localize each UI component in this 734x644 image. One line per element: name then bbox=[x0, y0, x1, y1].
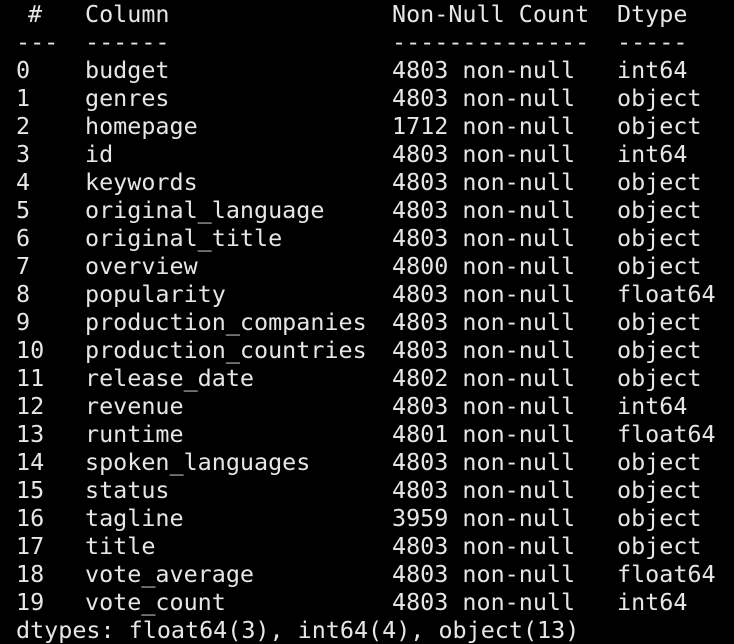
row-non-null-count: 4802 non-null bbox=[392, 364, 576, 392]
row-non-null-count: 1712 non-null bbox=[392, 112, 576, 140]
row-column-name: spoken_languages bbox=[85, 448, 311, 476]
row-column-name: runtime bbox=[85, 420, 184, 448]
row-dtype: object bbox=[617, 504, 702, 532]
header-separator: --- ------ -------------- ----- bbox=[0, 28, 687, 56]
row-index: 7 bbox=[16, 252, 31, 280]
header-count: Non-Null Count bbox=[392, 0, 590, 28]
row-column-name: id bbox=[85, 140, 114, 168]
row-non-null-count: 4803 non-null bbox=[392, 476, 576, 504]
header-dtype: Dtype bbox=[617, 0, 688, 28]
separator-dtype: ----- bbox=[617, 28, 688, 56]
row-index: 4 bbox=[16, 168, 31, 196]
row-dtype: object bbox=[617, 364, 702, 392]
row-dtype: object bbox=[617, 84, 702, 112]
row-index: 6 bbox=[16, 224, 31, 252]
row-column-name: vote_average bbox=[85, 560, 254, 588]
row-index: 9 bbox=[16, 308, 31, 336]
row-dtype: float64 bbox=[617, 420, 716, 448]
row-column-name: budget bbox=[85, 56, 170, 84]
header-column: Column bbox=[85, 0, 170, 28]
row-dtype: float64 bbox=[617, 560, 716, 588]
row-non-null-count: 4803 non-null bbox=[392, 224, 576, 252]
row-column-name: vote_count bbox=[85, 588, 226, 616]
row-column-name: original_title bbox=[85, 224, 283, 252]
row-column-name: title bbox=[85, 532, 156, 560]
table-header: # Column Non-Null Count Dtype bbox=[0, 0, 687, 28]
row-index: 17 bbox=[16, 532, 45, 560]
row-column-name: keywords bbox=[85, 168, 198, 196]
row-column-name: genres bbox=[85, 84, 170, 112]
row-column-name: revenue bbox=[85, 392, 184, 420]
row-index: 13 bbox=[16, 420, 45, 448]
row-index: 11 bbox=[16, 364, 45, 392]
row-dtype: object bbox=[617, 112, 702, 140]
row-column-name: release_date bbox=[85, 364, 254, 392]
row-non-null-count: 4803 non-null bbox=[392, 140, 576, 168]
row-non-null-count: 4803 non-null bbox=[392, 308, 576, 336]
row-non-null-count: 3959 non-null bbox=[392, 504, 576, 532]
row-dtype: object bbox=[617, 168, 702, 196]
row-non-null-count: 4803 non-null bbox=[392, 196, 576, 224]
row-index: 15 bbox=[16, 476, 45, 504]
row-non-null-count: 4803 non-null bbox=[392, 84, 576, 112]
row-dtype: int64 bbox=[617, 140, 688, 168]
row-index: 19 bbox=[16, 588, 45, 616]
row-non-null-count: 4803 non-null bbox=[392, 532, 576, 560]
row-index: 5 bbox=[16, 196, 31, 224]
row-dtype: int64 bbox=[617, 392, 688, 420]
row-dtype: object bbox=[617, 336, 702, 364]
row-column-name: tagline bbox=[85, 504, 184, 532]
row-dtype: object bbox=[617, 224, 702, 252]
row-index: 0 bbox=[16, 56, 31, 84]
header-num: # bbox=[28, 0, 43, 28]
row-column-name: production_companies bbox=[85, 308, 367, 336]
row-column-name: production_countries bbox=[85, 336, 367, 364]
row-index: 16 bbox=[16, 504, 45, 532]
row-dtype: int64 bbox=[617, 56, 688, 84]
dtypes-summary: dtypes: float64(3), int64(4), object(13) bbox=[16, 616, 580, 644]
row-dtype: object bbox=[617, 252, 702, 280]
row-dtype: int64 bbox=[617, 588, 688, 616]
row-column-name: popularity bbox=[85, 280, 226, 308]
row-non-null-count: 4803 non-null bbox=[392, 280, 576, 308]
row-dtype: object bbox=[617, 308, 702, 336]
row-dtype: object bbox=[617, 196, 702, 224]
row-dtype: float64 bbox=[617, 280, 716, 308]
row-non-null-count: 4803 non-null bbox=[392, 588, 576, 616]
row-non-null-count: 4800 non-null bbox=[392, 252, 576, 280]
row-non-null-count: 4803 non-null bbox=[392, 56, 576, 84]
row-non-null-count: 4803 non-null bbox=[392, 448, 576, 476]
row-column-name: original_language bbox=[85, 196, 325, 224]
row-non-null-count: 4801 non-null bbox=[392, 420, 576, 448]
row-index: 2 bbox=[16, 112, 31, 140]
row-dtype: object bbox=[617, 476, 702, 504]
separator-num: --- bbox=[16, 28, 59, 56]
row-non-null-count: 4803 non-null bbox=[392, 168, 576, 196]
row-non-null-count: 4803 non-null bbox=[392, 392, 576, 420]
row-index: 8 bbox=[16, 280, 31, 308]
row-index: 3 bbox=[16, 140, 31, 168]
row-index: 14 bbox=[16, 448, 45, 476]
row-index: 12 bbox=[16, 392, 45, 420]
row-non-null-count: 4803 non-null bbox=[392, 560, 576, 588]
row-dtype: object bbox=[617, 532, 702, 560]
row-index: 1 bbox=[16, 84, 31, 112]
row-column-name: overview bbox=[85, 252, 198, 280]
row-index: 10 bbox=[16, 336, 45, 364]
row-column-name: homepage bbox=[85, 112, 198, 140]
row-dtype: object bbox=[617, 448, 702, 476]
row-index: 18 bbox=[16, 560, 45, 588]
row-non-null-count: 4803 non-null bbox=[392, 336, 576, 364]
separator-column: ------ bbox=[85, 28, 170, 56]
terminal-output: # Column Non-Null Count Dtype --- ------… bbox=[0, 0, 734, 644]
separator-count: -------------- bbox=[392, 28, 590, 56]
row-column-name: status bbox=[85, 476, 170, 504]
